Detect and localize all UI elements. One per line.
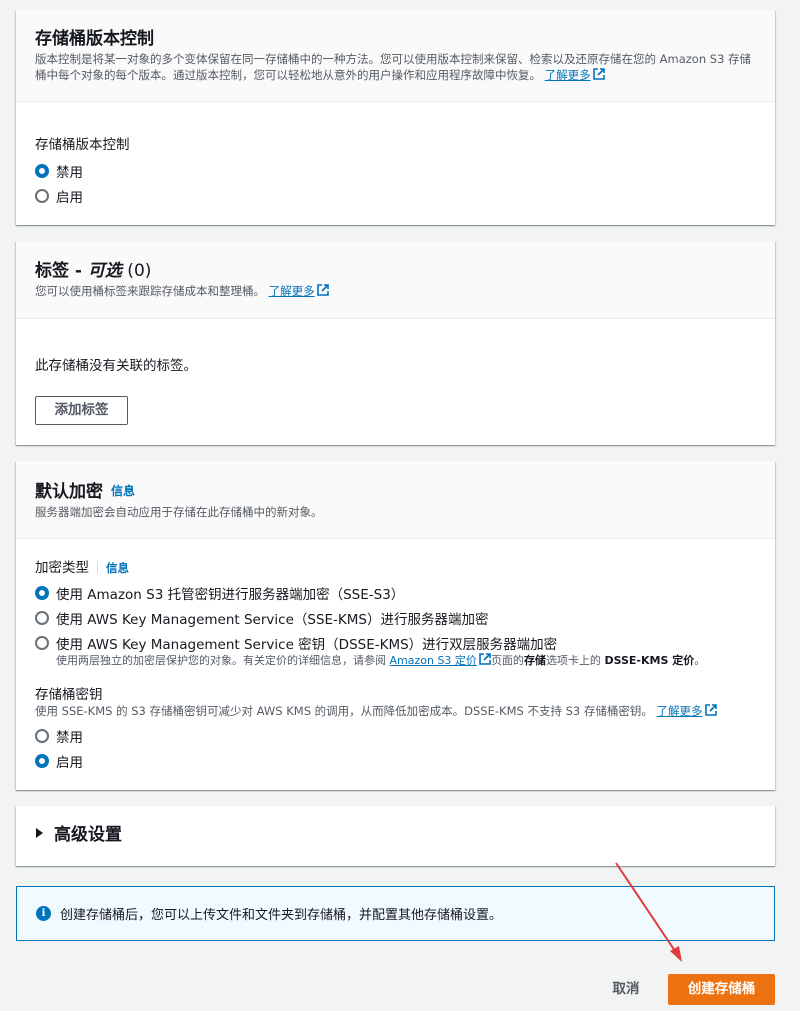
tags-empty-text: 此存储桶没有关联的标签。 — [35, 358, 197, 374]
radio-unchecked-icon[interactable] — [35, 729, 49, 743]
bucket-key-option-enable-label: 启用 — [56, 755, 83, 771]
encryption-option-sse-s3[interactable]: 使用 Amazon S3 托管密钥进行服务器端加密（SSE-S3） — [35, 580, 756, 605]
versioning-option-enable[interactable]: 启用 — [35, 183, 756, 208]
advanced-settings-panel[interactable]: 高级设置 — [16, 806, 775, 866]
info-icon: i — [36, 906, 51, 921]
tags-body: 此存储桶没有关联的标签。 — [16, 319, 775, 375]
bucket-key-option-disable[interactable]: 禁用 — [35, 724, 756, 749]
info-alert-text: 创建存储桶后，您可以上传文件和文件夹到存储桶，并配置其他存储桶设置。 — [60, 908, 503, 923]
external-link-icon — [592, 67, 605, 80]
advanced-settings-toggle[interactable]: 高级设置 — [16, 806, 775, 846]
encryption-description: 服务器端加密会自动应用于存储在此存储桶中的新对象。 — [35, 505, 323, 519]
encryption-type-label: 加密类型 信息 — [35, 560, 129, 576]
encryption-type-info-link[interactable]: 信息 — [106, 561, 129, 575]
info-alert: i 创建存储桶后，您可以上传文件和文件夹到存储桶，并配置其他存储桶设置。 — [16, 886, 775, 941]
dsse-kms-note: 使用两层独立的加密层保护您的对象。有关定价的详细信息，请参阅 Amazon S3… — [56, 653, 706, 667]
encryption-panel: 默认加密 信息 服务器端加密会自动应用于存储在此存储桶中的新对象。 加密类型 信息 … — [16, 461, 775, 790]
tags-learn-more-link[interactable]: 了解更多 — [269, 284, 315, 298]
versioning-option-disable[interactable]: 禁用 — [35, 158, 756, 183]
encryption-option-sse-kms[interactable]: 使用 AWS Key Management Service（SSE-KMS）进行… — [35, 605, 756, 630]
bucket-key-option-enable[interactable]: 启用 — [35, 749, 756, 774]
tags-optional-label: 可选 — [87, 261, 122, 281]
bucket-key-learn-more-link[interactable]: 了解更多 — [657, 704, 703, 718]
radio-unchecked-icon[interactable] — [35, 635, 49, 650]
radio-checked-icon[interactable] — [35, 163, 49, 178]
encryption-option-sse-s3-label: 使用 Amazon S3 托管密钥进行服务器端加密（SSE-S3） — [56, 586, 405, 603]
versioning-title: 存储桶版本控制 — [35, 29, 154, 49]
encryption-option-dsse-kms-label: 使用 AWS Key Management Service 密钥（DSSE-KM… — [56, 636, 558, 653]
tags-title: 标签 - 可选 (0) — [35, 261, 152, 281]
bucket-key-label: 存储桶密钥 — [35, 687, 103, 703]
tags-header: 标签 - 可选 (0) 您可以使用桶标签来跟踪存储成本和整理桶。 了解更多 — [16, 241, 775, 319]
tags-description: 您可以使用桶标签来跟踪存储成本和整理桶。 了解更多 — [35, 284, 756, 300]
encryption-info-link[interactable]: 信息 — [111, 484, 135, 498]
external-link-icon — [479, 653, 491, 665]
radio-unchecked-icon[interactable] — [35, 188, 49, 203]
radio-checked-icon[interactable] — [35, 585, 49, 600]
encryption-header: 默认加密 信息 服务器端加密会自动应用于存储在此存储桶中的新对象。 — [16, 461, 775, 539]
encryption-title: 默认加密 信息 — [35, 482, 136, 502]
external-link-icon — [316, 284, 329, 296]
create-bucket-button[interactable]: 创建存储桶 — [668, 974, 775, 1005]
versioning-panel: 存储桶版本控制 版本控制是将某一对象的多个变体保留在同一存储桶中的一种方法。您可… — [16, 10, 775, 225]
versioning-field-label: 存储桶版本控制 — [35, 137, 130, 153]
add-tag-button[interactable]: 添加标签 — [35, 396, 128, 425]
caret-right-icon — [36, 828, 43, 838]
tags-panel: 标签 - 可选 (0) 您可以使用桶标签来跟踪存储成本和整理桶。 了解更多 此存… — [16, 241, 775, 445]
versioning-body: 存储桶版本控制 禁用 启用 — [16, 102, 775, 208]
versioning-learn-more-link[interactable]: 了解更多 — [545, 68, 591, 82]
versioning-description: 版本控制是将某一对象的多个变体保留在同一存储桶中的一种方法。您可以使用版本控制来… — [35, 52, 752, 82]
bucket-key-description: 使用 SSE-KMS 的 S3 存储桶密钥可减少对 AWS KMS 的调用，从而… — [35, 704, 756, 720]
versioning-option-disable-label: 禁用 — [56, 164, 83, 181]
encryption-option-sse-kms-label: 使用 AWS Key Management Service（SSE-KMS）进行… — [56, 611, 489, 628]
bucket-key-option-disable-label: 禁用 — [56, 730, 83, 746]
versioning-option-enable-label: 启用 — [56, 189, 83, 206]
radio-unchecked-icon[interactable] — [35, 610, 49, 625]
versioning-header: 存储桶版本控制 版本控制是将某一对象的多个变体保留在同一存储桶中的一种方法。您可… — [16, 10, 775, 102]
cancel-button[interactable]: 取消 — [600, 975, 652, 1004]
s3-pricing-link[interactable]: Amazon S3 定价 — [390, 654, 477, 667]
radio-checked-icon[interactable] — [35, 754, 49, 768]
encryption-body: 加密类型 信息 使用 Amazon S3 托管密钥进行服务器端加密（SSE-S3）… — [16, 539, 775, 774]
tags-count: (0) — [121, 261, 152, 281]
encryption-option-dsse-kms[interactable]: 使用 AWS Key Management Service 密钥（DSSE-KM… — [35, 630, 756, 655]
external-link-icon — [704, 704, 717, 716]
